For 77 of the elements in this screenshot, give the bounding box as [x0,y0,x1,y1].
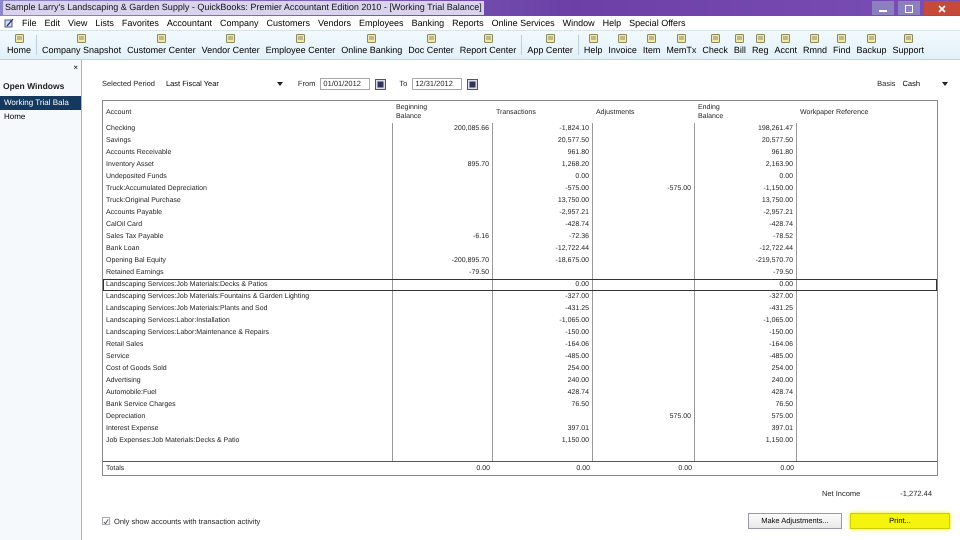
menu-item[interactable]: Window [558,16,599,30]
toolbar-button[interactable]: Company Snapshot [39,31,124,59]
toolbar-button[interactable]: Backup [854,31,890,59]
calendar-button[interactable] [467,78,478,90]
document-icon [754,33,766,44]
toolbar-button[interactable]: Accnt [771,31,800,59]
menu-item[interactable]: Favorites [118,16,163,30]
menu-item[interactable]: Banking [408,16,448,30]
calendar-icon [469,80,476,88]
menu-item[interactable]: Special Offers [625,16,690,30]
toolbar-button[interactable]: Online Banking [338,31,406,59]
document-icon [902,33,914,44]
document-icon [225,33,236,44]
menu-item[interactable]: Customers [262,16,314,30]
menu-item[interactable]: Employees [355,16,408,30]
toolbar-button[interactable]: Home [4,31,34,59]
checkbox[interactable] [102,517,110,526]
maximize-button[interactable] [898,1,920,15]
caret-icon [276,82,283,86]
menu-item[interactable]: Vendors [314,16,356,30]
calendar-icon [377,80,384,88]
document-icon [780,33,792,44]
panel-title: Open Windows [2,80,66,93]
menu-item[interactable]: Online Services [488,16,559,30]
document-icon [588,33,599,44]
app-menu-icon[interactable] [4,18,14,28]
document-icon [544,33,556,44]
close-button[interactable]: × [73,62,78,74]
close-icon [938,4,946,13]
toolbar-button[interactable]: Check [699,31,731,59]
document-icon [866,33,878,44]
window-list-item[interactable]: Home [0,110,81,124]
maximize-icon [905,4,913,13]
close-button[interactable] [924,1,960,15]
caret-icon [942,82,948,86]
document-icon [156,33,167,44]
menu-item[interactable]: Reports [448,16,488,30]
menu-item[interactable]: Company [216,16,262,30]
window-list-item[interactable]: Working Trial Bala [0,96,81,110]
toolbar-button[interactable]: Bill [730,31,749,59]
calendar-button[interactable] [375,78,386,90]
toolbar-button[interactable]: Doc Center [405,31,457,59]
toolbar-button[interactable]: Find [830,31,854,59]
toolbar-button[interactable]: Help [580,31,606,59]
document-icon [294,33,306,44]
document-icon [836,33,848,44]
document-icon [809,33,820,44]
menu-item[interactable]: Edit [40,16,64,30]
minimize-button[interactable] [872,1,894,15]
toolbar-button[interactable]: Invoice [605,31,640,59]
toolbar-button[interactable]: Report Center [456,31,520,59]
document-icon [482,33,494,44]
menu-item[interactable]: Help [598,16,626,30]
window-title: Sample Larry's Landscaping & Garden Supply - QuickBooks: Premier Accountant Edition 2010 - [Working Trial Balance] [3,1,484,15]
menu-item[interactable]: View [64,16,92,30]
document-icon [676,33,687,44]
toolbar-button[interactable]: App Center [524,31,576,59]
document-icon [617,33,628,44]
toolbar-button[interactable]: Employee Center [262,31,338,59]
document-icon [710,33,721,44]
document-icon [426,33,437,44]
toolbar-button[interactable]: Rmnd [800,31,830,59]
menu-item[interactable]: Accountant [162,16,216,30]
toolbar-button[interactable]: Vendor Center [198,31,263,59]
document-icon [76,33,88,44]
document-icon [366,33,378,44]
minimize-icon [879,10,887,12]
toolbar-button[interactable]: MemTx [663,31,700,59]
menu-item[interactable]: Lists [91,16,118,30]
document-icon [646,33,658,44]
document-icon [734,33,746,44]
toolbar-button[interactable]: Support [890,31,928,59]
toolbar-button[interactable]: Reg [748,31,772,59]
toolbar-button[interactable]: Item [640,31,664,59]
menu-item[interactable]: File [18,16,41,30]
toolbar-button[interactable]: Customer Center [124,31,199,59]
document-icon [14,33,24,44]
